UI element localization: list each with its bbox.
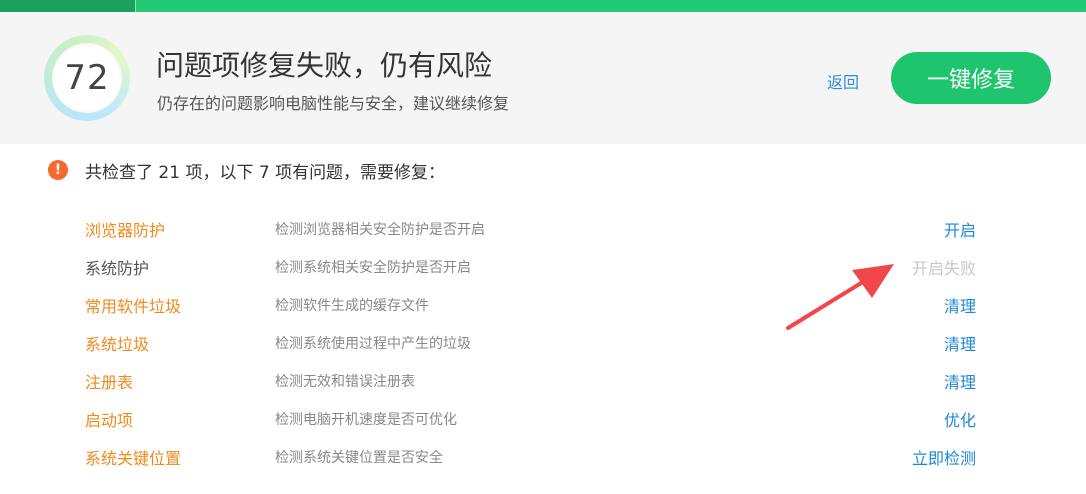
top-tab-segment [0, 0, 136, 12]
page-subtitle: 仍存在的问题影响电脑性能与安全，建议继续修复 [157, 94, 510, 113]
issue-row: 系统关键位置 检测系统关键位置是否安全 立即检测 [0, 437, 1086, 475]
issue-action-link[interactable]: 清理 [944, 293, 976, 317]
score-ring: 72 [44, 35, 130, 121]
issue-action-link[interactable]: 立即检测 [912, 445, 976, 469]
issue-row: 浏览器防护 检测浏览器相关安全防护是否开启 开启 [0, 209, 1086, 247]
issue-row: 启动项 检测电脑开机速度是否可优化 优化 [0, 399, 1086, 437]
issue-name: 启动项 [85, 411, 134, 430]
issue-name: 浏览器防护 [85, 221, 166, 240]
issue-status-failed: 开启失败 [911, 259, 976, 278]
issue-row: 系统防护 检测系统相关安全防护是否开启 开启失败 [0, 247, 1086, 285]
issue-description: 检测电脑开机速度是否可优化 [275, 412, 457, 428]
scan-summary: ! 共检查了 21 项，以下 7 项有问题，需要修复： [48, 158, 446, 183]
issue-name: 注册表 [85, 373, 134, 392]
issue-action-link[interactable]: 优化 [944, 407, 976, 431]
issue-action-link[interactable]: 清理 [944, 369, 976, 393]
exclamation-icon: ! [48, 160, 68, 180]
page-title: 问题项修复失败，仍有风险 [156, 49, 493, 82]
issue-row: 系统垃圾 检测系统使用过程中产生的垃圾 清理 [0, 323, 1086, 361]
summary-text: 共检查了 21 项，以下 7 项有问题，需要修复： [85, 162, 446, 183]
back-link[interactable]: 返回 [827, 69, 859, 93]
one-click-fix-button[interactable]: 一键修复 [891, 52, 1051, 104]
issue-action-link[interactable]: 开启 [944, 217, 976, 241]
issue-name: 系统防护 [85, 259, 150, 278]
issue-name: 系统关键位置 [85, 449, 182, 468]
issue-description: 检测系统关键位置是否安全 [275, 450, 443, 466]
top-accent-bar [0, 0, 1086, 12]
issue-name: 常用软件垃圾 [85, 297, 182, 316]
issue-description: 检测系统使用过程中产生的垃圾 [275, 336, 471, 352]
issue-action-link[interactable]: 清理 [944, 331, 976, 355]
score-value: 72 [52, 43, 122, 113]
issue-description: 检测浏览器相关安全防护是否开启 [275, 222, 485, 238]
issue-name: 系统垃圾 [85, 335, 150, 354]
issue-row: 常用软件垃圾 检测软件生成的缓存文件 清理 [0, 285, 1086, 323]
issue-description: 检测软件生成的缓存文件 [275, 298, 429, 314]
issue-description: 检测系统相关安全防护是否开启 [275, 260, 471, 276]
issue-description: 检测无效和错误注册表 [275, 374, 415, 390]
red-arrow-annotation [786, 264, 894, 330]
issue-row: 注册表 检测无效和错误注册表 清理 [0, 361, 1086, 399]
result-header: 72 问题项修复失败，仍有风险 仍存在的问题影响电脑性能与安全，建议继续修复 返… [0, 12, 1086, 144]
